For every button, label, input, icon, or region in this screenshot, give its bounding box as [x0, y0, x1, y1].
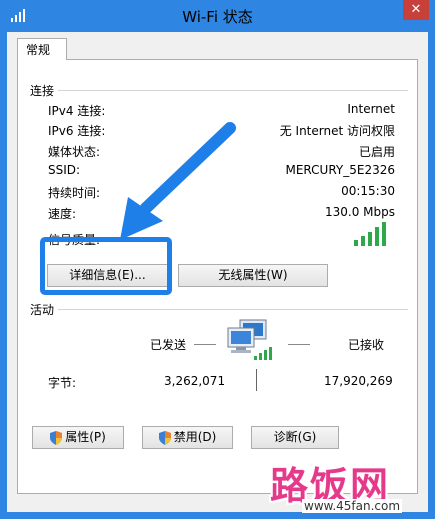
wifi-status-window: Wi-Fi 状态 ✕ 常规 连接 IPv4 连接: Internet IPv6 … — [0, 0, 435, 519]
site-watermark: 路饭网 www.45fan.com — [270, 455, 430, 515]
tab-general[interactable]: 常规 — [17, 38, 67, 60]
watermark-url: www.45fan.com — [302, 499, 403, 513]
tutorial-arrow — [120, 122, 236, 240]
